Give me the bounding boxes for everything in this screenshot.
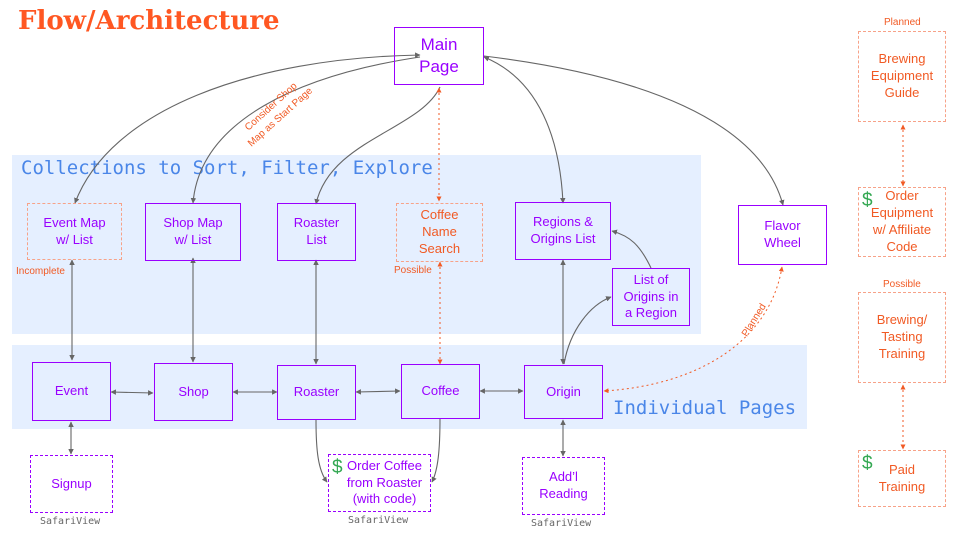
node-origins-in-region[interactable]: List of Origins in a Region	[612, 268, 690, 326]
link-main-regions	[483, 56, 566, 204]
note-planned-guide: Planned	[884, 17, 921, 28]
link-main-roasterlist	[314, 86, 441, 205]
link-origin-originsregion	[563, 296, 612, 365]
node-brewing-tasting-training[interactable]: Brewing/ Tasting Training	[858, 292, 946, 383]
link-regions-originsregion	[611, 229, 652, 269]
node-main-page[interactable]: Main Page	[394, 27, 484, 85]
dollar-icon: $	[332, 457, 343, 478]
link-main-shopmap	[190, 56, 421, 204]
node-coffee[interactable]: Coffee	[401, 364, 480, 419]
node-shop-map[interactable]: Shop Map w/ List	[145, 203, 241, 261]
node-origin[interactable]: Origin	[524, 365, 603, 419]
node-paid-training[interactable]: $ Paid Training	[858, 450, 946, 507]
node-event[interactable]: Event	[32, 362, 111, 421]
link-main-flavor	[483, 55, 785, 206]
dollar-icon: $	[862, 453, 873, 474]
order-coffee-label: Order Coffee from Roaster (with code)	[346, 457, 423, 507]
note-possible-search: Possible	[394, 265, 432, 276]
node-flavor-wheel[interactable]: Flavor Wheel	[738, 205, 827, 265]
node-roaster-list[interactable]: Roaster List	[277, 203, 356, 261]
node-addl-reading[interactable]: Add’l Reading	[522, 457, 605, 515]
node-order-equipment[interactable]: $ Order Equipment w/ Affiliate Code	[858, 187, 946, 257]
node-signup[interactable]: Signup	[30, 455, 113, 513]
order-equipment-label: Order Equipment w/ Affiliate Code	[870, 188, 934, 254]
node-brewing-equipment-guide[interactable]: Brewing Equipment Guide	[858, 31, 946, 122]
node-regions-origins-list[interactable]: Regions & Origins List	[515, 202, 611, 260]
link-roaster-coffee	[355, 388, 401, 395]
node-event-map[interactable]: Event Map w/ List	[27, 203, 122, 260]
link-coffee-order	[431, 417, 441, 483]
note-incomplete: Incomplete	[16, 266, 65, 277]
signup-safariview-label: SafariView	[40, 516, 101, 527]
link-roaster-order	[315, 419, 328, 483]
note-possible-training: Possible	[883, 279, 921, 290]
node-order-coffee[interactable]: $ Order Coffee from Roaster (with code)	[328, 454, 431, 512]
dollar-icon: $	[862, 190, 873, 211]
node-coffee-name-search[interactable]: Coffee Name Search	[396, 203, 483, 262]
paid-training-label: Paid Training	[878, 461, 926, 494]
node-roaster[interactable]: Roaster	[277, 365, 356, 420]
addl-safariview-label: SafariView	[531, 518, 592, 529]
node-shop[interactable]: Shop	[154, 363, 233, 421]
link-event-shop	[110, 389, 154, 396]
order-safariview-label: SafariView	[348, 515, 409, 526]
